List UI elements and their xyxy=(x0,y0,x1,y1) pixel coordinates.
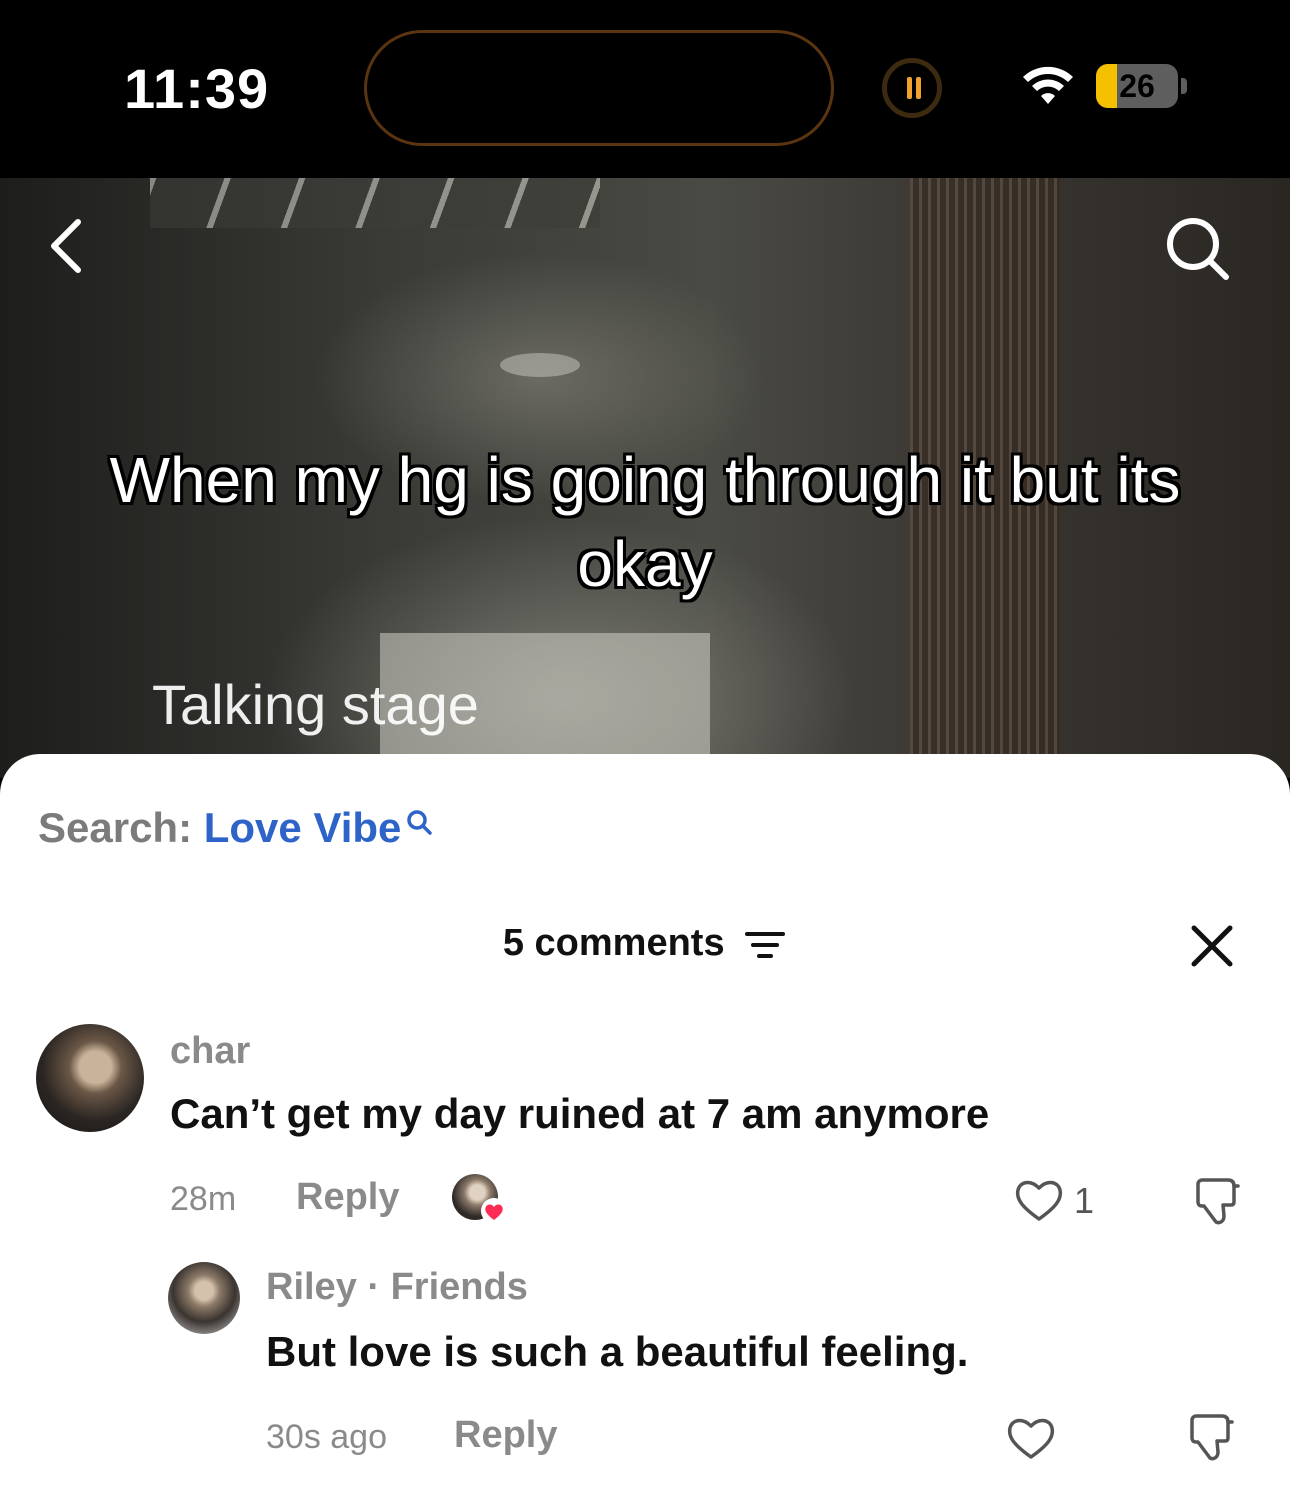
avatar[interactable] xyxy=(36,1024,144,1132)
search-small-icon xyxy=(407,810,433,835)
close-icon[interactable] xyxy=(1186,920,1238,972)
battery-percent: 26 xyxy=(1119,68,1155,104)
status-bar: 11:39 26 xyxy=(0,0,1290,178)
search-suggestion-term[interactable]: Love Vibe xyxy=(204,804,402,851)
chevron-left-icon[interactable] xyxy=(36,210,96,280)
video-sticker-text: Talking stage xyxy=(152,673,479,736)
reply-text: But love is such a beautiful feeling. xyxy=(266,1328,969,1375)
battery-icon: 26 xyxy=(1096,64,1178,108)
status-time: 11:39 xyxy=(124,57,270,120)
dynamic-island xyxy=(364,30,834,146)
thumbs-down-icon[interactable] xyxy=(1186,1410,1238,1464)
search-icon[interactable] xyxy=(1160,214,1234,284)
search-suggestion[interactable]: Search: Love Vibe xyxy=(38,804,433,852)
thumbs-down-icon[interactable] xyxy=(1192,1174,1244,1228)
reply-button[interactable]: Reply xyxy=(296,1176,399,1219)
comment-username[interactable]: char xyxy=(170,1030,250,1073)
heart-outline-icon[interactable] xyxy=(1004,1412,1058,1462)
reply-button[interactable]: Reply xyxy=(454,1414,557,1457)
comment-timestamp: 28m xyxy=(170,1180,237,1218)
reply-username[interactable]: Riley · Friends xyxy=(266,1266,528,1309)
search-suggestion-label: Search: xyxy=(38,804,193,851)
pause-icon[interactable] xyxy=(882,58,942,118)
comments-count: 5 comments xyxy=(502,922,725,964)
reply-timestamp: 30s ago xyxy=(266,1418,387,1456)
comment-text: Can’t get my day ruined at 7 am anymore xyxy=(170,1090,990,1137)
heart-filled-icon xyxy=(481,1198,507,1224)
like-count: 1 xyxy=(1074,1180,1095,1221)
creator-liked-badge xyxy=(452,1174,507,1224)
reply-avatar[interactable] xyxy=(168,1262,240,1334)
comments-sheet: Search: Love Vibe 5 comments char Can’t … xyxy=(0,754,1290,1494)
video-caption: When my hg is going through it but its o… xyxy=(109,444,1181,600)
comments-header: 5 comments xyxy=(0,922,1290,965)
heart-outline-icon[interactable] xyxy=(1012,1174,1066,1224)
sort-filter-icon[interactable] xyxy=(743,928,787,962)
battery-cap xyxy=(1181,78,1187,94)
wifi-icon xyxy=(1023,66,1073,104)
